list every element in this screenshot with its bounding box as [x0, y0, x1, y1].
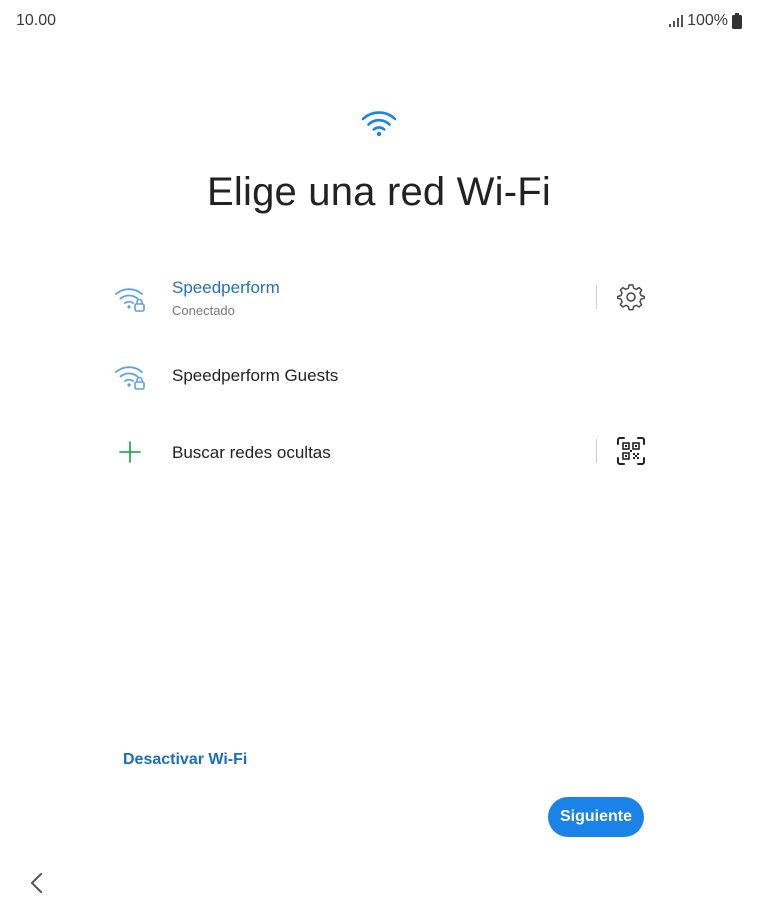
network-name: Speedperform — [172, 278, 280, 297]
signal-icon — [669, 15, 684, 27]
wifi-setup-screen: 10.00 100% Elige una red Wi-Fi Speedperf… — [0, 0, 758, 910]
search-hidden-label: Buscar redes ocultas — [172, 443, 331, 462]
battery-percent: 100% — [687, 12, 728, 29]
status-time: 10.00 — [16, 12, 57, 29]
battery-icon — [732, 13, 742, 29]
search-hidden-networks[interactable]: Buscar redes ocultas — [100, 422, 660, 482]
plus-icon — [114, 437, 146, 469]
wifi-icon — [359, 108, 399, 138]
page-title: Elige una red Wi-Fi — [207, 170, 551, 214]
network-item-speedperform[interactable]: Speedperform Conectado — [100, 268, 660, 328]
wifi-lock-icon — [114, 360, 146, 392]
divider — [596, 439, 597, 463]
gear-icon[interactable] — [616, 282, 646, 312]
network-item-speedperform-guests[interactable]: Speedperform Guests — [100, 346, 660, 406]
status-bar-right: 100% — [669, 12, 742, 30]
disable-wifi-link[interactable]: Desactivar Wi-Fi — [123, 751, 247, 769]
chevron-left-icon[interactable] — [26, 870, 48, 896]
qr-code-icon[interactable] — [616, 436, 646, 466]
divider — [596, 285, 597, 309]
next-button[interactable]: Siguiente — [548, 797, 644, 837]
network-name: Speedperform Guests — [172, 366, 339, 385]
wifi-lock-icon — [114, 282, 146, 314]
network-status: Conectado — [172, 303, 235, 318]
